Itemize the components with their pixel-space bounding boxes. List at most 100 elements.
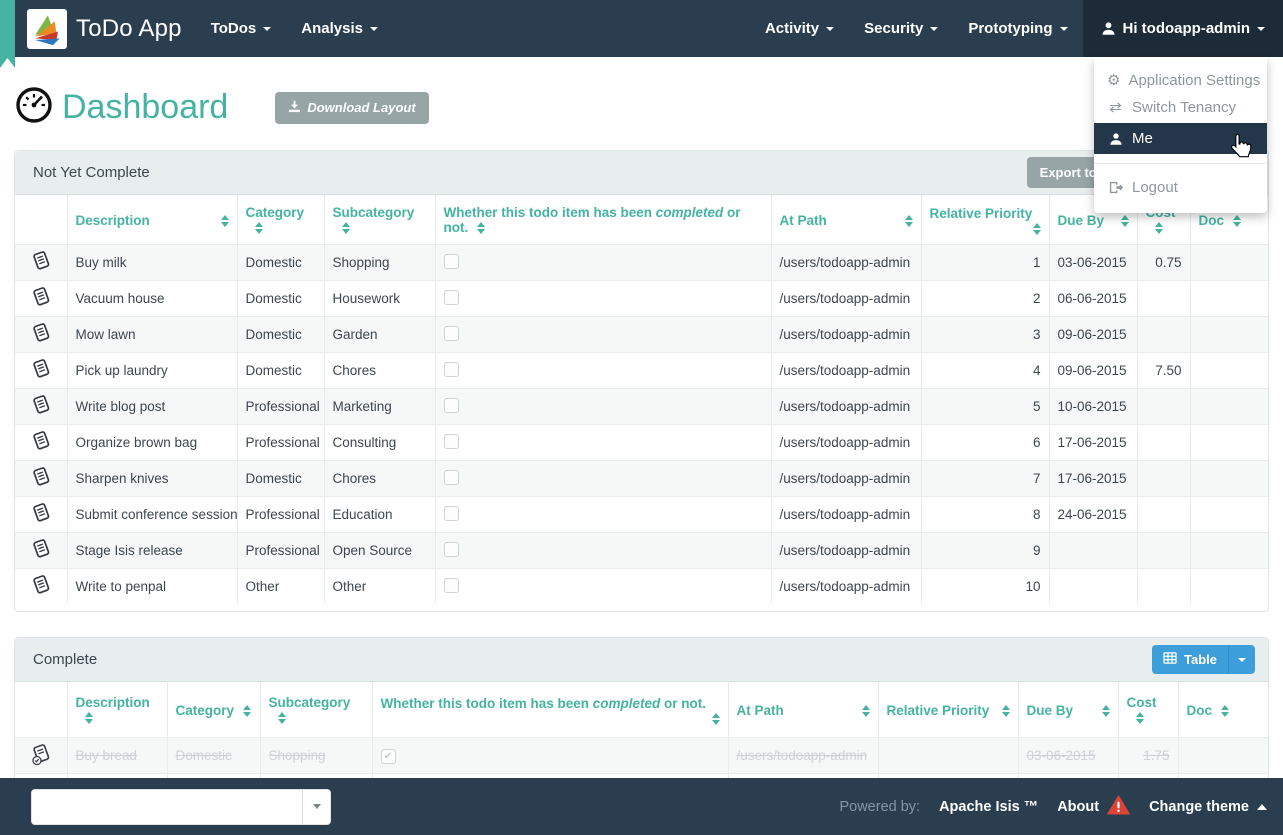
cell-doc (1190, 245, 1268, 281)
sort-icon[interactable] (278, 712, 286, 724)
table-row[interactable]: Vacuum houseDomesticHousework/users/todo… (15, 281, 1268, 317)
table-row[interactable]: Pick up laundryDomesticChores/users/todo… (15, 353, 1268, 389)
about-link[interactable]: About (1057, 795, 1130, 819)
sort-icon[interactable] (1136, 712, 1144, 724)
sort-icon[interactable] (862, 705, 870, 717)
apache-isis-link[interactable]: Apache Isis ™ (939, 799, 1038, 815)
todo-item-icon[interactable] (15, 281, 67, 317)
column-header-cost[interactable]: Cost (1118, 682, 1178, 738)
view-switcher-caret-button[interactable] (1228, 645, 1255, 674)
sort-icon[interactable] (477, 222, 485, 234)
todo-item-icon[interactable] (15, 425, 67, 461)
powered-by-label: Powered by: (839, 799, 920, 815)
completed-checkbox[interactable]: ✔ (381, 749, 396, 764)
table-row[interactable]: Buy milkDomesticShopping/users/todoapp-a… (15, 245, 1268, 281)
column-header-relative-priority[interactable]: Relative Priority (921, 195, 1049, 245)
panel-not-yet-complete: Not Yet Complete Export to Word Export A… (14, 150, 1269, 612)
sort-icon[interactable] (1002, 705, 1010, 717)
todo-item-icon[interactable] (15, 461, 67, 497)
navbar: ToDo App ToDos Analysis Activity Securit… (0, 0, 1283, 57)
column-header-at-path[interactable]: At Path (728, 682, 878, 738)
warning-icon (1107, 795, 1130, 819)
table-row[interactable]: Organize brown bagProfessionalConsulting… (15, 425, 1268, 461)
completed-checkbox[interactable] (444, 326, 459, 341)
sort-icon[interactable] (1155, 222, 1163, 234)
column-header-subcategory[interactable]: Subcategory (324, 195, 435, 245)
combobox-caret-button[interactable] (302, 790, 330, 824)
cell-category: Domestic (237, 317, 324, 353)
footer-combobox[interactable] (31, 789, 331, 825)
completed-checkbox[interactable] (444, 506, 459, 521)
table-row[interactable]: Submit conference sessionProfessionalEdu… (15, 497, 1268, 533)
table-view-button[interactable]: Table (1152, 645, 1228, 674)
user-icon (1107, 132, 1124, 146)
column-header-due-by[interactable]: Due By (1018, 682, 1118, 738)
table-row[interactable]: Buy breadDomesticShopping✔/users/todoapp… (15, 738, 1268, 774)
cell-subcategory: Garden (324, 317, 435, 353)
column-header-description[interactable]: Description (67, 195, 237, 245)
sort-icon[interactable] (1233, 215, 1241, 227)
cell-doc (1190, 533, 1268, 569)
column-header-at-path[interactable]: At Path (771, 195, 921, 245)
column-header-completed[interactable]: Whether this todo item has been complete… (372, 682, 728, 738)
cell-at-path: /users/todoapp-admin (771, 425, 921, 461)
nav-todos[interactable]: ToDos (196, 0, 287, 57)
chevron-down-icon (1257, 27, 1265, 31)
sort-icon[interactable] (85, 712, 93, 724)
table-row[interactable]: Stage Isis releaseProfessionalOpen Sourc… (15, 533, 1268, 569)
sort-icon[interactable] (255, 222, 263, 234)
todo-item-icon[interactable] (15, 353, 67, 389)
todo-item-icon[interactable] (15, 497, 67, 533)
nav-activity[interactable]: Activity (750, 0, 849, 57)
menu-item-me[interactable]: Me (1094, 123, 1267, 154)
completed-checkbox[interactable] (444, 290, 459, 305)
column-header-subcategory[interactable]: Subcategory (260, 682, 372, 738)
completed-checkbox[interactable] (444, 362, 459, 377)
sort-icon[interactable] (905, 215, 913, 227)
sort-icon[interactable] (243, 705, 251, 717)
menu-item-switch-tenancy[interactable]: ⇄ Switch Tenancy (1094, 94, 1267, 121)
cell-cost (1137, 533, 1190, 569)
todo-item-done-icon[interactable] (15, 738, 67, 774)
completed-checkbox[interactable] (444, 398, 459, 413)
column-header-completed[interactable]: Whether this todo item has been complete… (435, 195, 771, 245)
todo-item-icon[interactable] (15, 389, 67, 425)
completed-checkbox[interactable] (444, 578, 459, 593)
nav-security[interactable]: Security (849, 0, 953, 57)
column-header-category[interactable]: Category (237, 195, 324, 245)
cell-subcategory: Shopping (324, 245, 435, 281)
completed-checkbox[interactable] (444, 470, 459, 485)
download-layout-button[interactable]: Download Layout (275, 92, 428, 124)
table-row[interactable]: Mow lawnDomesticGarden/users/todoapp-adm… (15, 317, 1268, 353)
change-theme-link[interactable]: Change theme (1149, 799, 1267, 815)
column-header-description[interactable]: Description (67, 682, 167, 738)
nav-analysis[interactable]: Analysis (286, 0, 393, 57)
sort-icon[interactable] (221, 215, 229, 227)
sort-icon[interactable] (1121, 215, 1129, 227)
table-row[interactable]: Write blog postProfessionalMarketing/use… (15, 389, 1268, 425)
todo-item-icon[interactable] (15, 245, 67, 281)
table-row[interactable]: Write to penpalOtherOther/users/todoapp-… (15, 569, 1268, 605)
column-header-relative-priority[interactable]: Relative Priority (878, 682, 1018, 738)
column-header-category[interactable]: Category (167, 682, 260, 738)
column-header-doc[interactable]: Doc (1178, 682, 1268, 738)
todo-item-icon[interactable] (15, 569, 67, 605)
sort-icon[interactable] (712, 713, 720, 725)
todo-item-icon[interactable] (15, 317, 67, 353)
cell-category: Domestic (237, 353, 324, 389)
nav-user-menu[interactable]: Hi todoapp-admin (1083, 0, 1283, 57)
sort-icon[interactable] (1033, 223, 1041, 235)
menu-item-application-settings[interactable]: ⚙ Application Settings (1094, 67, 1267, 94)
todo-item-icon[interactable] (15, 533, 67, 569)
menu-item-logout[interactable]: Logout (1094, 174, 1267, 201)
table-row[interactable]: Sharpen knivesDomesticChores/users/todoa… (15, 461, 1268, 497)
completed-checkbox[interactable] (444, 254, 459, 269)
cell-description: Submit conference session (67, 497, 237, 533)
sort-icon[interactable] (1102, 705, 1110, 717)
completed-checkbox[interactable] (444, 434, 459, 449)
completed-checkbox[interactable] (444, 542, 459, 557)
sort-icon[interactable] (1221, 705, 1229, 717)
app-brand[interactable]: ToDo App (27, 0, 182, 57)
nav-prototyping[interactable]: Prototyping (953, 0, 1082, 57)
sort-icon[interactable] (342, 222, 350, 234)
